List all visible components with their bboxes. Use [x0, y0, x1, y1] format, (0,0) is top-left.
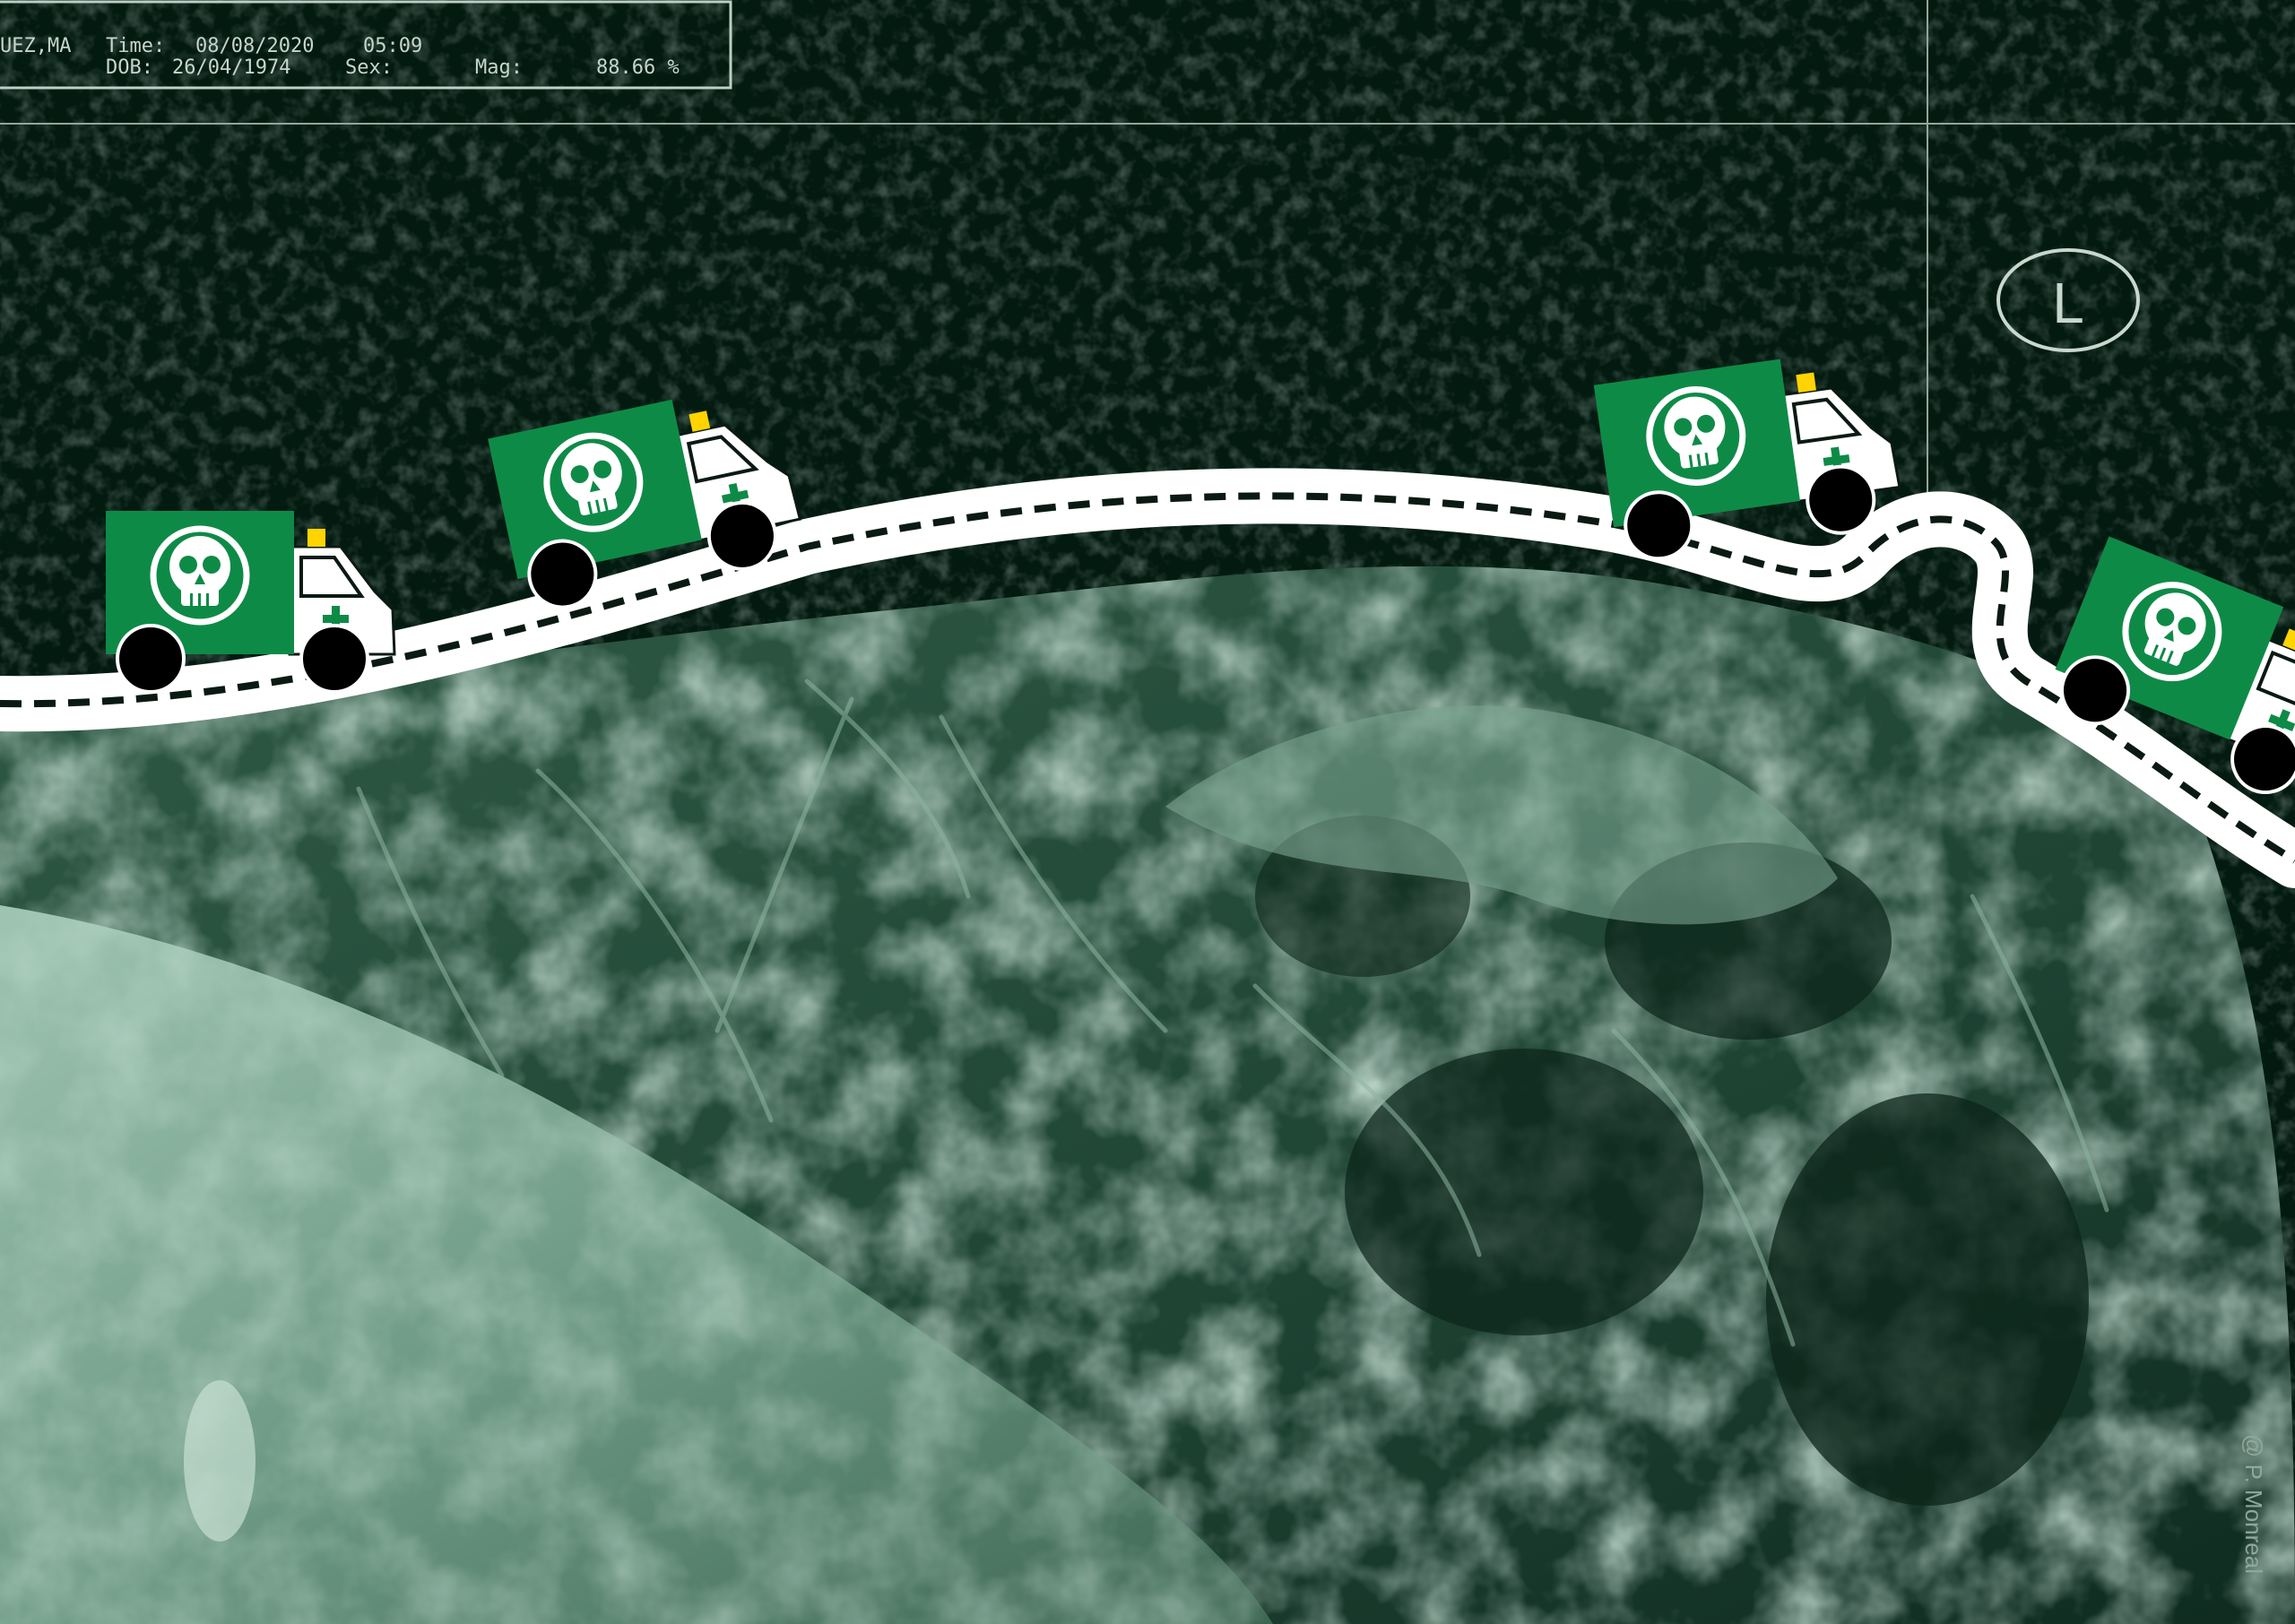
- time-label: Time:: [106, 35, 165, 57]
- mammogram-image: [0, 566, 2295, 1624]
- illustration-canvas: UEZ,MA Time: 08/08/2020 05:09 DOB: 26/04…: [0, 0, 2295, 1624]
- mag-label: Mag:: [475, 56, 523, 79]
- credit-text: @ P. Monreal: [2240, 1434, 2267, 1574]
- clock-value: 05:09: [363, 35, 422, 57]
- dob-label: DOB:: [106, 56, 153, 79]
- patient-name: UEZ,MA: [0, 35, 71, 57]
- dob-value: 26/04/1974: [172, 56, 290, 79]
- time-value: 08/08/2020: [195, 35, 314, 57]
- mag-value: 88.66 %: [596, 56, 680, 79]
- sex-label: Sex:: [345, 56, 393, 79]
- laterality-label: L: [2052, 271, 2084, 335]
